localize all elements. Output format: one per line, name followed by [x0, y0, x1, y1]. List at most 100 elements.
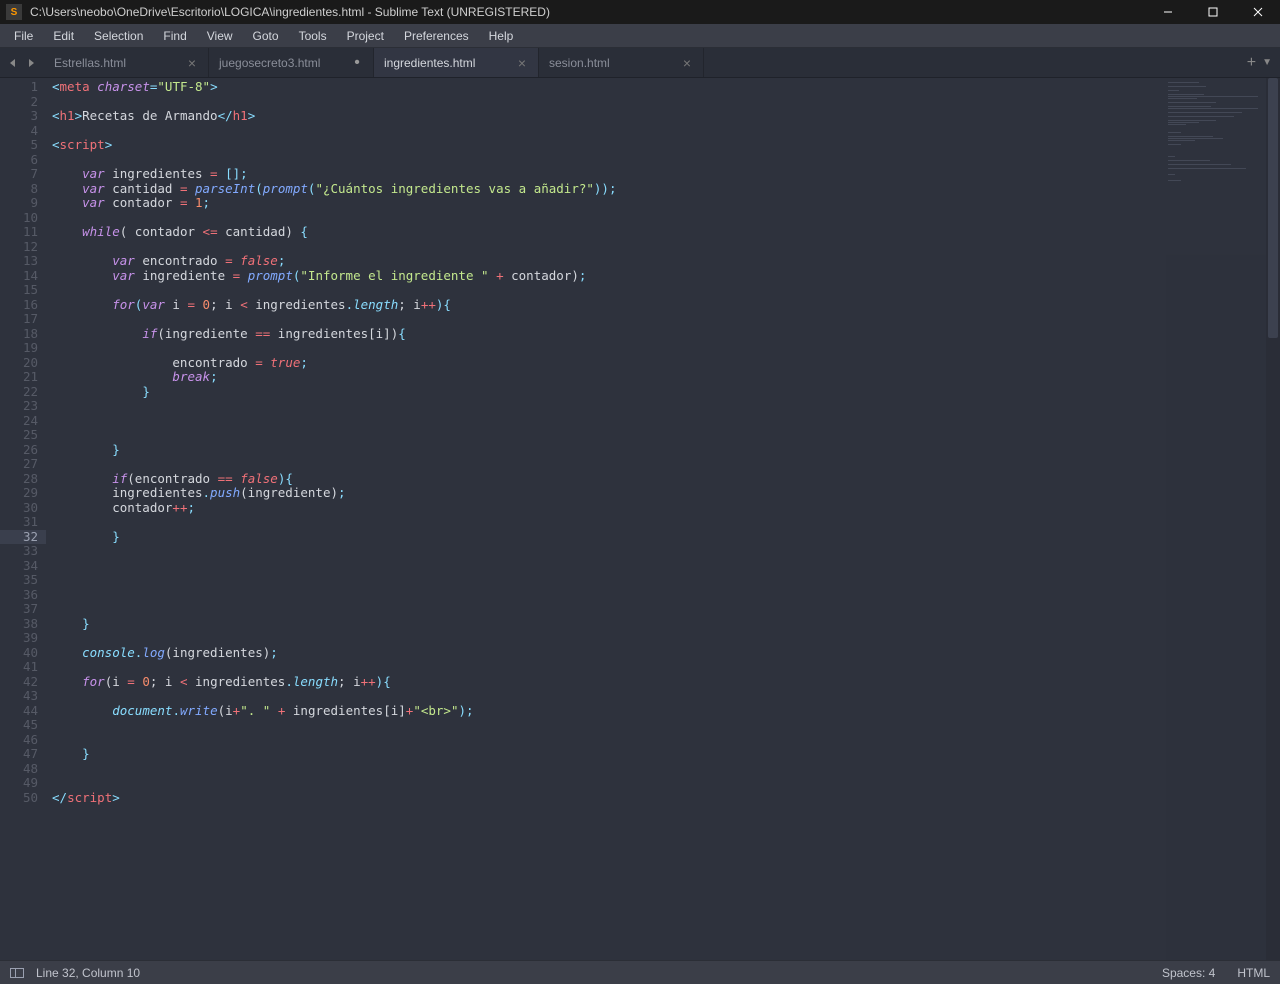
code-line[interactable] [52, 762, 1280, 777]
line-number: 10 [8, 211, 38, 226]
new-tab-icon[interactable]: + [1247, 54, 1256, 72]
code-line[interactable]: } [52, 385, 1280, 400]
tab-dropdown-icon[interactable]: ▼ [1262, 57, 1272, 68]
code-line[interactable]: encontrado = true; [52, 356, 1280, 371]
code-line[interactable]: console.log(ingredientes); [52, 646, 1280, 661]
code-line[interactable]: } [52, 747, 1280, 762]
title-bar: S C:\Users\neobo\OneDrive\Escritorio\LOG… [0, 0, 1280, 24]
minimize-button[interactable] [1145, 0, 1190, 24]
code-line[interactable]: var ingrediente = prompt("Informe el ing… [52, 269, 1280, 284]
code-line[interactable] [52, 544, 1280, 559]
code-line[interactable] [52, 124, 1280, 139]
code-line[interactable] [52, 602, 1280, 617]
code-line[interactable] [52, 660, 1280, 675]
code-line[interactable] [52, 341, 1280, 356]
tab-dirty-icon[interactable] [351, 57, 363, 69]
window-title: C:\Users\neobo\OneDrive\Escritorio\LOGIC… [30, 5, 550, 19]
code-line[interactable] [52, 631, 1280, 646]
code-line[interactable]: if(ingrediente == ingredientes[i]){ [52, 327, 1280, 342]
code-line[interactable]: while( contador <= cantidad) { [52, 225, 1280, 240]
code-line[interactable] [52, 428, 1280, 443]
maximize-button[interactable] [1190, 0, 1235, 24]
code-line[interactable] [52, 283, 1280, 298]
code-line[interactable] [52, 312, 1280, 327]
line-number: 49 [8, 776, 38, 791]
code-line[interactable]: for(i = 0; i < ingredientes.length; i++)… [52, 675, 1280, 690]
line-number: 28 [8, 472, 38, 487]
code-line[interactable] [52, 399, 1280, 414]
tab-sesion-html[interactable]: sesion.html [539, 48, 704, 77]
scrollbar-thumb[interactable] [1268, 78, 1278, 338]
scrollbar-vertical[interactable] [1266, 78, 1280, 960]
code-line[interactable]: contador++; [52, 501, 1280, 516]
line-number: 50 [8, 791, 38, 806]
code-line[interactable]: <meta charset="UTF-8"> [52, 80, 1280, 95]
code-line[interactable] [52, 515, 1280, 530]
tab-juegosecreto3-html[interactable]: juegosecreto3.html [209, 48, 374, 77]
line-number: 4 [8, 124, 38, 139]
nav-back-icon[interactable] [6, 56, 20, 70]
close-button[interactable] [1235, 0, 1280, 24]
line-number: 18 [8, 327, 38, 342]
menu-item-project[interactable]: Project [337, 26, 394, 46]
editor-area[interactable]: 1234567891011121314151617181920212223242… [0, 78, 1280, 960]
tab-label: ingredientes.html [384, 56, 475, 70]
line-number: 12 [8, 240, 38, 255]
code-line[interactable] [52, 573, 1280, 588]
code-line[interactable]: } [52, 617, 1280, 632]
code-line[interactable]: break; [52, 370, 1280, 385]
code-editor[interactable]: <meta charset="UTF-8"> <h1>Recetas de Ar… [46, 78, 1280, 960]
line-number: 37 [8, 602, 38, 617]
code-line[interactable]: if(encontrado == false){ [52, 472, 1280, 487]
code-line[interactable]: } [52, 443, 1280, 458]
status-spaces[interactable]: Spaces: 4 [1162, 966, 1215, 980]
code-line[interactable]: } [52, 530, 1280, 545]
code-line[interactable] [52, 689, 1280, 704]
code-line[interactable] [52, 733, 1280, 748]
code-line[interactable] [52, 559, 1280, 574]
code-line[interactable] [52, 414, 1280, 429]
close-icon[interactable] [186, 57, 198, 69]
code-line[interactable]: for(var i = 0; i < ingredientes.length; … [52, 298, 1280, 313]
code-line[interactable] [52, 240, 1280, 255]
code-line[interactable]: var contador = 1; [52, 196, 1280, 211]
line-number: 30 [8, 501, 38, 516]
panel-toggle-icon[interactable] [10, 968, 24, 978]
code-line[interactable] [52, 776, 1280, 791]
menu-item-help[interactable]: Help [479, 26, 524, 46]
code-line[interactable]: var encontrado = false; [52, 254, 1280, 269]
close-icon[interactable] [681, 57, 693, 69]
tab-label: sesion.html [549, 56, 610, 70]
code-line[interactable]: document.write(i+". " + ingredientes[i]+… [52, 704, 1280, 719]
code-line[interactable]: <script> [52, 138, 1280, 153]
code-line[interactable] [52, 457, 1280, 472]
tab-ingredientes-html[interactable]: ingredientes.html [374, 48, 539, 77]
menu-item-file[interactable]: File [4, 26, 43, 46]
code-line[interactable] [52, 95, 1280, 110]
code-line[interactable] [52, 718, 1280, 733]
nav-forward-icon[interactable] [24, 56, 38, 70]
code-line[interactable]: var cantidad = parseInt(prompt("¿Cuántos… [52, 182, 1280, 197]
menu-item-preferences[interactable]: Preferences [394, 26, 479, 46]
code-line[interactable] [52, 153, 1280, 168]
tab-label: juegosecreto3.html [219, 56, 320, 70]
status-syntax[interactable]: HTML [1237, 966, 1270, 980]
menu-item-tools[interactable]: Tools [289, 26, 337, 46]
close-icon[interactable] [516, 57, 528, 69]
code-line[interactable]: <h1>Recetas de Armando</h1> [52, 109, 1280, 124]
menu-item-view[interactable]: View [197, 26, 243, 46]
line-number: 17 [8, 312, 38, 327]
menu-item-goto[interactable]: Goto [243, 26, 289, 46]
line-number: 3 [8, 109, 38, 124]
code-line[interactable]: </script> [52, 791, 1280, 806]
line-number: 41 [8, 660, 38, 675]
tab-Estrellas-html[interactable]: Estrellas.html [44, 48, 209, 77]
code-line[interactable] [52, 588, 1280, 603]
status-position[interactable]: Line 32, Column 10 [36, 966, 140, 980]
menu-item-selection[interactable]: Selection [84, 26, 153, 46]
menu-item-find[interactable]: Find [153, 26, 196, 46]
code-line[interactable]: ingredientes.push(ingrediente); [52, 486, 1280, 501]
code-line[interactable]: var ingredientes = []; [52, 167, 1280, 182]
code-line[interactable] [52, 211, 1280, 226]
menu-item-edit[interactable]: Edit [43, 26, 84, 46]
